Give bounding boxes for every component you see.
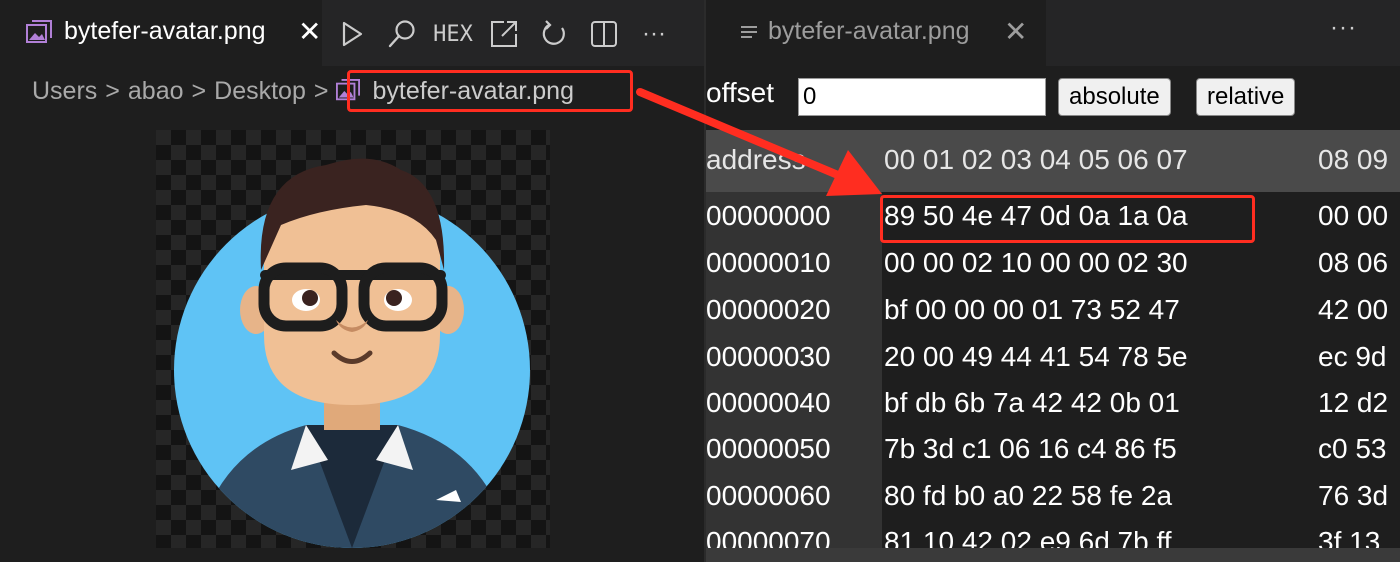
row-bytes-overflow[interactable]: 12 d2 (1318, 387, 1388, 419)
image-file-icon (26, 20, 52, 43)
more-actions-icon[interactable]: ··· (1330, 14, 1357, 42)
tab-hex-view[interactable]: bytefer-avatar.png ✕ (706, 0, 1046, 66)
offset-label: offset (706, 77, 774, 108)
split-editor-icon[interactable] (588, 16, 620, 52)
row-address: 00000000 (706, 200, 831, 231)
tab-image-file[interactable]: bytefer-avatar.png ✕ (0, 0, 322, 66)
row-bytes-overflow[interactable]: 08 06 (1318, 247, 1388, 279)
breadcrumb-item-desktop[interactable]: Desktop (214, 77, 306, 106)
row-address: 00000050 (706, 433, 831, 464)
header-cols-b: 08 09 (1318, 144, 1389, 175)
avatar-image (174, 158, 530, 548)
row-address: 00000060 (706, 480, 831, 511)
close-tab-icon[interactable]: ✕ (298, 15, 321, 48)
header-cols-a: 00 01 02 03 04 05 06 07 (884, 144, 1188, 175)
tab-title: bytefer-avatar.png (768, 17, 970, 45)
row-bytes[interactable]: 80 fd b0 a0 22 58 fe 2a (884, 480, 1172, 512)
tab-bar: bytefer-avatar.png ✕ HEX ··· (0, 0, 704, 66)
breadcrumb-item-abao[interactable]: abao (128, 77, 184, 106)
row-bytes[interactable]: 20 00 49 44 41 54 78 5e (884, 341, 1188, 373)
row-bytes-overflow[interactable]: c0 53 (1318, 433, 1387, 465)
close-tab-icon[interactable]: ✕ (1004, 15, 1027, 48)
png-signature-highlight (880, 195, 1255, 243)
row-bytes[interactable]: bf db 6b 7a 42 42 0b 01 (884, 387, 1180, 419)
horizontal-scrollbar[interactable] (706, 548, 1400, 562)
row-bytes-overflow[interactable]: 00 00 (1318, 200, 1388, 232)
text-file-icon (741, 26, 757, 38)
image-preview (156, 130, 550, 548)
run-icon[interactable] (336, 16, 368, 52)
breadcrumb-separator: > (105, 76, 120, 105)
breadcrumb-separator: > (191, 76, 207, 105)
editor-toolbar: HEX ··· (336, 15, 670, 53)
row-bytes-overflow[interactable]: ec 9d (1318, 341, 1387, 373)
header-address: address (706, 144, 806, 175)
row-bytes[interactable]: 00 00 02 10 00 00 02 30 (884, 247, 1188, 279)
absolute-button[interactable]: absolute (1058, 78, 1171, 116)
row-bytes[interactable]: bf 00 00 00 01 73 52 47 (884, 294, 1180, 326)
more-actions-icon[interactable]: ··· (638, 16, 670, 52)
row-bytes-overflow[interactable]: 76 3d (1318, 480, 1388, 512)
tab-bar: bytefer-avatar.png ✕ ··· (706, 0, 1400, 66)
refresh-icon[interactable] (538, 16, 570, 52)
row-address: 00000030 (706, 341, 831, 372)
hex-toggle-button[interactable]: HEX (433, 16, 473, 52)
file-name-highlight (347, 70, 633, 112)
search-icon[interactable] (386, 16, 418, 52)
breadcrumb-separator: > (313, 76, 329, 105)
row-bytes[interactable]: 7b 3d c1 06 16 c4 86 f5 (884, 433, 1177, 465)
relative-button[interactable]: relative (1196, 78, 1296, 116)
open-external-icon[interactable] (488, 16, 520, 52)
breadcrumb-item-users[interactable]: Users (32, 77, 97, 106)
row-address: 00000010 (706, 247, 831, 278)
row-address: 00000040 (706, 387, 831, 418)
tab-title: bytefer-avatar.png (64, 17, 266, 45)
hex-editor-pane: bytefer-avatar.png ✕ ··· offset absolute… (706, 0, 1400, 562)
offset-input[interactable] (798, 78, 1046, 116)
row-address: 00000020 (706, 294, 831, 325)
row-bytes-overflow[interactable]: 42 00 (1318, 294, 1388, 326)
